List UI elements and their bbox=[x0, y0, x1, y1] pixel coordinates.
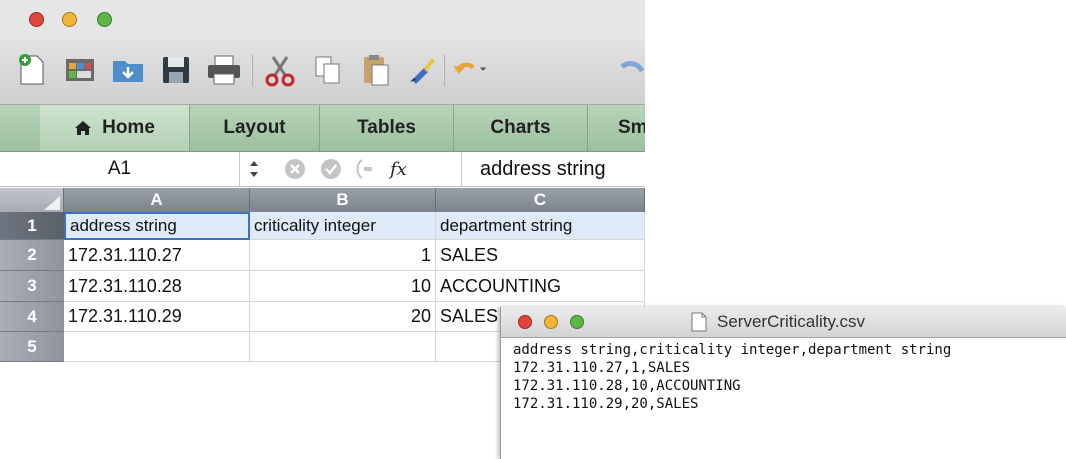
tab-layout[interactable]: Layout bbox=[190, 105, 320, 151]
zoom-window-button[interactable] bbox=[97, 12, 112, 27]
format-brush-icon[interactable] bbox=[404, 50, 440, 90]
redo-icon[interactable] bbox=[612, 50, 645, 90]
select-all-corner[interactable] bbox=[0, 188, 64, 212]
close-window-button[interactable] bbox=[29, 12, 44, 27]
tab-charts-label: Charts bbox=[490, 117, 551, 138]
formula-controls: fx bbox=[240, 152, 462, 186]
cell-c1[interactable]: department string bbox=[436, 212, 645, 240]
cell-c2[interactable]: SALES bbox=[436, 240, 645, 271]
open-icon[interactable] bbox=[110, 50, 146, 90]
cell-a1[interactable]: address string bbox=[64, 212, 250, 240]
home-icon bbox=[75, 121, 92, 135]
tab-tables[interactable]: Tables bbox=[320, 105, 454, 151]
cell-b4[interactable]: 20 bbox=[250, 302, 436, 332]
document-icon bbox=[691, 312, 707, 332]
cell-b5[interactable] bbox=[250, 332, 436, 362]
row-header-5[interactable]: 5 bbox=[0, 332, 64, 362]
csv-text-window: ServerCriticality.csv address string,cri… bbox=[500, 307, 1066, 459]
toolbar-separator bbox=[252, 54, 253, 86]
cell-a3[interactable]: 172.31.110.28 bbox=[64, 271, 250, 302]
cell-b2[interactable]: 1 bbox=[250, 240, 436, 271]
cancel-icon[interactable] bbox=[284, 158, 306, 180]
minimize-window-button[interactable] bbox=[544, 315, 558, 329]
row-header-3[interactable]: 3 bbox=[0, 271, 64, 302]
corner-triangle-icon bbox=[44, 196, 60, 210]
toolbar-separator bbox=[444, 54, 445, 86]
paste-icon[interactable] bbox=[358, 50, 394, 90]
formula-content[interactable]: address string bbox=[480, 152, 606, 186]
csv-line: 172.31.110.27,1,SALES bbox=[513, 360, 691, 376]
fx-icon[interactable]: fx bbox=[390, 159, 407, 180]
column-header-c[interactable]: C bbox=[436, 188, 645, 212]
cell-c3[interactable]: ACCOUNTING bbox=[436, 271, 645, 302]
csv-line: 172.31.110.29,20,SALES bbox=[513, 396, 699, 412]
csv-line: 172.31.110.28,10,ACCOUNTING bbox=[513, 378, 741, 394]
name-box-stepper-icon[interactable] bbox=[248, 159, 260, 179]
cell-a4[interactable]: 172.31.110.29 bbox=[64, 302, 250, 332]
csv-window-titlebar: ServerCriticality.csv bbox=[501, 307, 1066, 338]
close-window-button[interactable] bbox=[518, 315, 532, 329]
ribbon-tabs: Home Layout Tables Charts Sm bbox=[0, 105, 645, 152]
cell-b3[interactable]: 10 bbox=[250, 271, 436, 302]
row-header-2[interactable]: 2 bbox=[0, 240, 64, 271]
csv-line: address string,criticality integer,depar… bbox=[513, 342, 952, 358]
zoom-window-button[interactable] bbox=[570, 315, 584, 329]
enter-icon[interactable] bbox=[320, 158, 342, 180]
cut-icon[interactable] bbox=[262, 50, 298, 90]
csv-window-title: ServerCriticality.csv bbox=[717, 312, 865, 331]
row-header-4[interactable]: 4 bbox=[0, 302, 64, 332]
gallery-icon[interactable] bbox=[62, 50, 98, 90]
tab-smartart-label: Sm bbox=[618, 117, 645, 138]
tab-home[interactable]: Home bbox=[40, 105, 190, 151]
tab-tables-label: Tables bbox=[357, 117, 416, 138]
tab-home-label: Home bbox=[102, 117, 155, 138]
undo-icon[interactable] bbox=[452, 50, 488, 90]
csv-text-content[interactable]: address string,criticality integer,depar… bbox=[513, 341, 951, 413]
cell-a2[interactable]: 172.31.110.27 bbox=[64, 240, 250, 271]
print-icon[interactable] bbox=[206, 50, 242, 90]
insert-function-icon[interactable] bbox=[352, 158, 382, 180]
save-icon[interactable] bbox=[158, 50, 194, 90]
cell-a5[interactable] bbox=[64, 332, 250, 362]
row-header-1[interactable]: 1 bbox=[0, 212, 64, 240]
column-header-b[interactable]: B bbox=[250, 188, 436, 212]
tab-smartart[interactable]: Sm bbox=[588, 105, 645, 151]
tab-layout-label: Layout bbox=[223, 117, 286, 138]
cell-b1[interactable]: criticality integer bbox=[250, 212, 436, 240]
name-box[interactable]: A1 bbox=[0, 152, 240, 186]
minimize-window-button[interactable] bbox=[62, 12, 77, 27]
new-workbook-icon[interactable] bbox=[14, 50, 50, 90]
standard-toolbar bbox=[0, 40, 645, 105]
excel-titlebar bbox=[0, 0, 645, 40]
formula-bar: A1 fx address string bbox=[0, 152, 645, 187]
copy-icon[interactable] bbox=[310, 50, 346, 90]
column-header-a[interactable]: A bbox=[64, 188, 250, 212]
tab-charts[interactable]: Charts bbox=[454, 105, 588, 151]
